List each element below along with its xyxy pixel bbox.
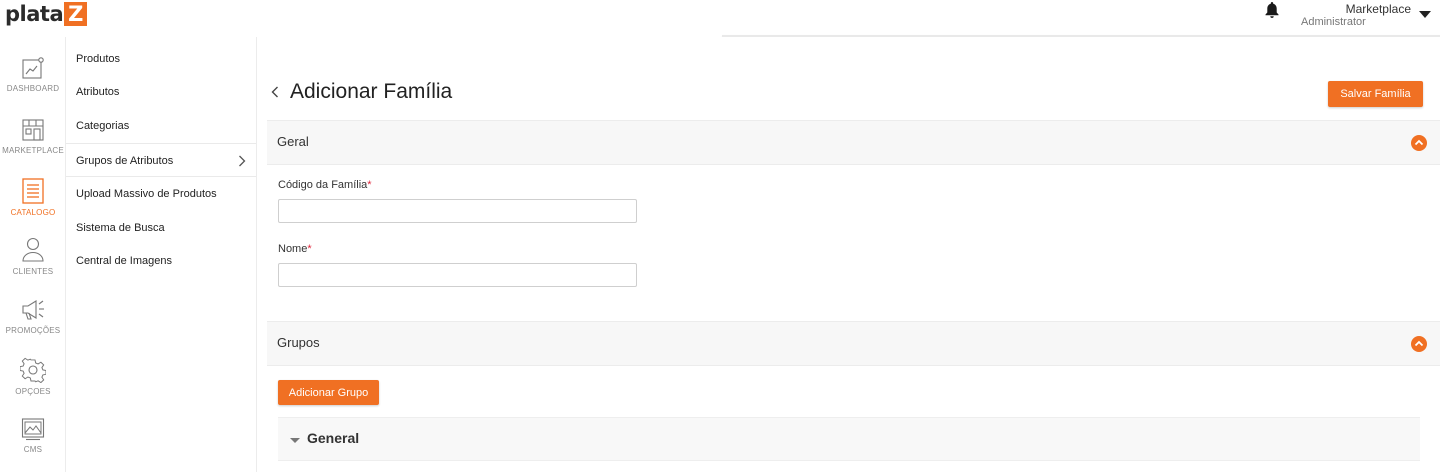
- nav-item-promocoes[interactable]: PROMOÇÕES: [0, 298, 66, 335]
- family-code-label-text: Código da Família: [278, 179, 368, 191]
- catalog-list-icon: [22, 178, 44, 204]
- collapse-up-icon[interactable]: [1411, 135, 1427, 151]
- main-content: Adicionar Família Salvar Família Geral C…: [257, 37, 1440, 472]
- section-header-geral[interactable]: Geral: [267, 120, 1440, 165]
- nav-label-cms: CMS: [23, 445, 43, 454]
- gear-icon: [20, 357, 46, 383]
- section-header-grupos[interactable]: Grupos: [267, 321, 1440, 366]
- submenu-item-label: Grupos de Atributos: [76, 155, 174, 167]
- submenu-item-produtos[interactable]: Produtos: [66, 42, 256, 76]
- bell-icon[interactable]: [1264, 1, 1280, 19]
- nav-item-opcoes[interactable]: OPÇOES: [0, 357, 66, 396]
- nav-label-dashboard: DASHBOARD: [6, 84, 60, 93]
- submenu-item-central-de-imagens[interactable]: Central de Imagens: [66, 244, 256, 278]
- submenu-item-grupos-de-atributos[interactable]: Grupos de Atributos: [66, 143, 256, 177]
- submenu-item-sistema-de-busca[interactable]: Sistema de Busca: [66, 211, 256, 245]
- platz-logo[interactable]: plata Z: [5, 2, 88, 26]
- marketplace-store-icon: [22, 119, 44, 141]
- nav-item-marketplace[interactable]: MARKETPLACE: [0, 118, 66, 155]
- caret-down-icon[interactable]: [290, 438, 300, 443]
- required-asterisk: *: [307, 243, 312, 255]
- catalog-submenu: Produtos Atributos Categorias Grupos de …: [66, 37, 257, 472]
- name-input[interactable]: [278, 263, 637, 287]
- user-name: Marketplace: [1345, 2, 1411, 16]
- add-group-button[interactable]: Adicionar Grupo: [278, 380, 379, 405]
- name-label-text: Nome: [278, 243, 308, 255]
- submenu-item-atributos[interactable]: Atributos: [66, 75, 256, 109]
- nav-label-marketplace: MARKETPLACE: [2, 146, 64, 155]
- image-gallery-icon: [21, 418, 45, 441]
- nav-item-cms[interactable]: CMS: [0, 417, 66, 454]
- user-menu[interactable]: Marketplace Administrator: [1296, 3, 1411, 29]
- required-asterisk: *: [367, 179, 372, 191]
- submenu-item-categorias[interactable]: Categorias: [66, 109, 256, 143]
- submenu-item-upload-massivo[interactable]: Upload Massivo de Produtos: [66, 177, 256, 211]
- name-label: Nome*: [278, 243, 312, 255]
- section-title-grupos: Grupos: [277, 335, 320, 350]
- collapse-up-icon[interactable]: [1411, 336, 1427, 352]
- nav-item-clientes[interactable]: CLIENTES: [0, 237, 66, 276]
- nav-label-clientes: CLIENTES: [12, 267, 54, 276]
- nav-item-dashboard[interactable]: DASHBOARD: [0, 56, 66, 93]
- top-header: plata Z Marketplace Administrator: [0, 0, 1440, 36]
- nav-label-promocoes: PROMOÇÕES: [5, 326, 61, 335]
- family-code-input[interactable]: [278, 199, 637, 223]
- nav-label-catalogo: CATALOGO: [10, 208, 56, 217]
- group-title: General: [307, 430, 360, 446]
- user-icon: [22, 237, 44, 262]
- dashboard-chart-icon: [22, 57, 44, 79]
- user-role: Administrator: [1301, 16, 1366, 28]
- megaphone-icon: [22, 300, 44, 320]
- section-title-geral: Geral: [277, 134, 309, 149]
- nav-label-opcoes: OPÇOES: [15, 387, 51, 396]
- logo-text: plata: [5, 2, 64, 26]
- chevron-left-icon[interactable]: [271, 86, 279, 98]
- logo-mark: Z: [64, 2, 88, 26]
- family-code-label: Código da Família*: [278, 179, 372, 191]
- main-nav-sidebar: DASHBOARD MARKETPLACE CATALOGO CLIENTES: [0, 37, 66, 472]
- caret-down-icon[interactable]: [1419, 11, 1431, 18]
- group-row-general[interactable]: General: [278, 417, 1420, 461]
- nav-item-catalogo[interactable]: CATALOGO: [0, 178, 66, 217]
- page-title: Adicionar Família: [290, 80, 453, 103]
- save-family-button[interactable]: Salvar Família: [1328, 81, 1423, 107]
- chevron-right-icon: [239, 155, 246, 167]
